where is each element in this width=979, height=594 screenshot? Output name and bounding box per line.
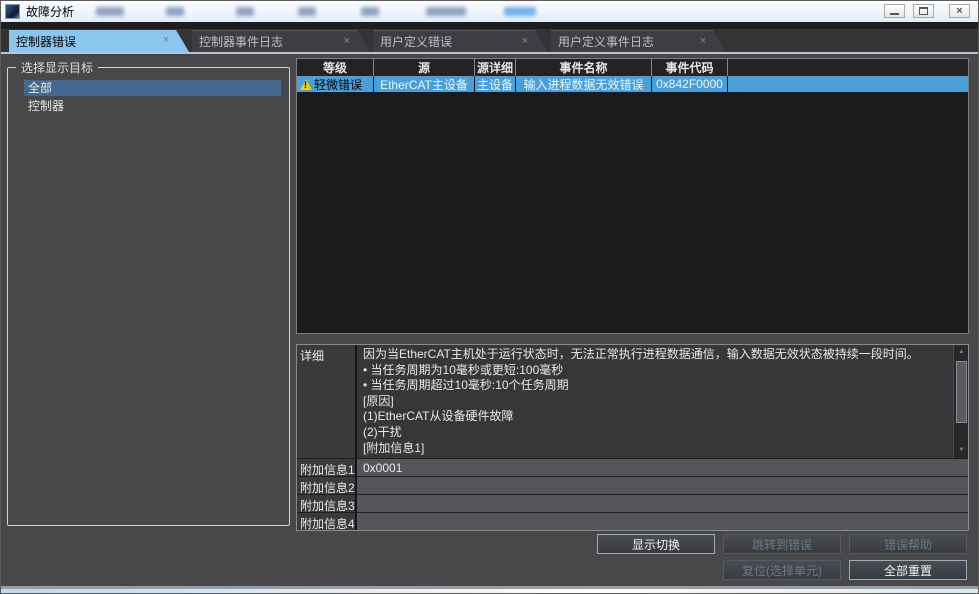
tab-strip: 控制器错误 × 控制器事件日志 × 用户定义错误 × 用户定义事件日志 × [1, 29, 978, 54]
close-button[interactable]: × [949, 4, 970, 18]
column-header-level: 等级 [297, 59, 374, 76]
tab-label: 用户定义事件日志 [558, 33, 654, 50]
detail-line: (1)EtherCAT从设备硬件故障 [363, 409, 948, 425]
tab-close-icon[interactable]: × [163, 34, 169, 46]
tab-label: 控制器事件日志 [199, 33, 283, 50]
column-header-event-name: 事件名称 [516, 59, 652, 76]
attachment-value: 0x0001 [357, 459, 968, 476]
app-icon [5, 4, 20, 19]
scroll-down-icon[interactable]: ▼ [955, 444, 968, 457]
warning-icon [300, 79, 312, 90]
display-target-groupbox: 选择显示目标 全部 控制器 [7, 67, 290, 526]
titlebar[interactable]: 故障分析 × [1, 1, 978, 22]
blurred-menu-item [298, 7, 316, 16]
cell-source: EtherCAT主设备 [374, 76, 475, 92]
close-icon: × [956, 6, 962, 16]
tab-user-defined-event-log[interactable]: 用户定义事件日志 × [551, 30, 726, 52]
tab-user-defined-errors[interactable]: 用户定义错误 × [373, 30, 548, 52]
groupbox-legend: 选择显示目标 [16, 59, 98, 76]
table-row[interactable]: 轻微错误 EtherCAT主设备 主设备 输入进程数据无效错误 0x842F00… [297, 76, 968, 92]
window-controls: × [876, 4, 970, 18]
tab-controller-event-log[interactable]: 控制器事件日志 × [192, 30, 370, 52]
reset-selected-unit-button[interactable]: 复位(选择单元) [723, 560, 841, 580]
jump-to-error-button[interactable]: 跳转到错误 [723, 534, 841, 554]
blurred-menu-item [236, 7, 254, 16]
detail-panel: 详细 因为当EtherCAT主机处于运行状态时，无法正常执行进程数据通信，输入数… [296, 344, 969, 531]
attachment-label: 附加信息2 [297, 477, 357, 494]
troubleshooting-dialog: 故障分析 × 控制器错误 × 控制器事件日志 × 用户定义错误 × 用户定义事件… [0, 0, 979, 594]
maximize-icon [919, 7, 928, 15]
error-table: 等级 源 源详细 事件名称 事件代码 轻微错误 EtherCAT主设备 主设备 … [296, 58, 969, 334]
attachment-row-4: 附加信息4 [297, 512, 968, 530]
tab-close-icon[interactable]: × [344, 35, 350, 47]
attachment-value [357, 513, 968, 530]
cell-filler [728, 76, 968, 92]
detail-line: • 当任务周期超过10毫秒:10个任务周期 [363, 378, 948, 394]
window-title: 故障分析 [26, 3, 74, 20]
scrollbar-thumb[interactable] [956, 361, 967, 423]
cell-event-name: 输入进程数据无效错误 [516, 76, 652, 92]
tab-controller-errors[interactable]: 控制器错误 × [9, 30, 189, 52]
cell-level: 轻微错误 [297, 76, 374, 92]
detail-line: (2)干扰 [363, 425, 948, 441]
titlebar-separator [1, 22, 978, 29]
detail-line: [原因] [363, 394, 948, 410]
blurred-menu-item [96, 7, 124, 16]
detail-label: 详细 [297, 345, 357, 458]
detail-line: 因为当EtherCAT主机处于运行状态时，无法正常执行进程数据通信，输入数据无效… [363, 347, 948, 363]
cell-source-detail: 主设备 [475, 76, 516, 92]
blurred-menu-item [361, 7, 379, 16]
tabstrip-underline [1, 52, 978, 54]
tab-label: 用户定义错误 [380, 33, 452, 50]
minimize-button[interactable] [884, 4, 905, 18]
error-help-button[interactable]: 错误帮助 [849, 534, 967, 554]
attachment-row-2: 附加信息2 [297, 476, 968, 494]
attachment-label: 附加信息3 [297, 495, 357, 512]
attachment-row-1: 附加信息1 0x0001 [297, 458, 968, 476]
detail-scrollbar[interactable]: ▲ ▼ [953, 345, 968, 458]
cell-event-code: 0x842F0000 [652, 76, 728, 92]
table-header-row: 等级 源 源详细 事件名称 事件代码 [297, 59, 968, 76]
tab-label: 控制器错误 [16, 33, 76, 50]
column-header-source-detail: 源详细 [475, 59, 516, 76]
attachment-label: 附加信息1 [297, 459, 357, 476]
reset-all-button[interactable]: 全部重置 [849, 560, 967, 580]
blurred-menu-item [166, 7, 184, 16]
attachment-row-3: 附加信息3 [297, 494, 968, 512]
target-item-controller[interactable]: 控制器 [24, 98, 281, 114]
scroll-up-icon[interactable]: ▲ [955, 346, 968, 359]
blurred-menu-item-highlighted [504, 7, 536, 16]
tab-close-icon[interactable]: × [700, 35, 706, 47]
blurred-menu-item [426, 7, 466, 16]
column-header-source: 源 [374, 59, 475, 76]
attachment-value [357, 495, 968, 512]
minimize-icon [890, 13, 899, 15]
background-window-strip [1, 589, 978, 594]
maximize-button[interactable] [913, 4, 934, 18]
detail-row: 详细 因为当EtherCAT主机处于运行状态时，无法正常执行进程数据通信，输入数… [297, 345, 968, 458]
detail-text: 因为当EtherCAT主机处于运行状态时，无法正常执行进程数据通信，输入数据无效… [357, 345, 968, 458]
column-header-filler [728, 59, 968, 76]
attachment-label: 附加信息4 [297, 513, 357, 530]
tab-close-icon[interactable]: × [522, 35, 528, 47]
display-switch-button[interactable]: 显示切换 [597, 534, 715, 554]
detail-line: [附加信息1] [363, 441, 948, 457]
attachment-value [357, 477, 968, 494]
column-header-event-code: 事件代码 [652, 59, 728, 76]
target-item-all[interactable]: 全部 [24, 80, 281, 96]
detail-line: • 当任务周期为10毫秒或更短:100毫秒 [363, 363, 948, 379]
